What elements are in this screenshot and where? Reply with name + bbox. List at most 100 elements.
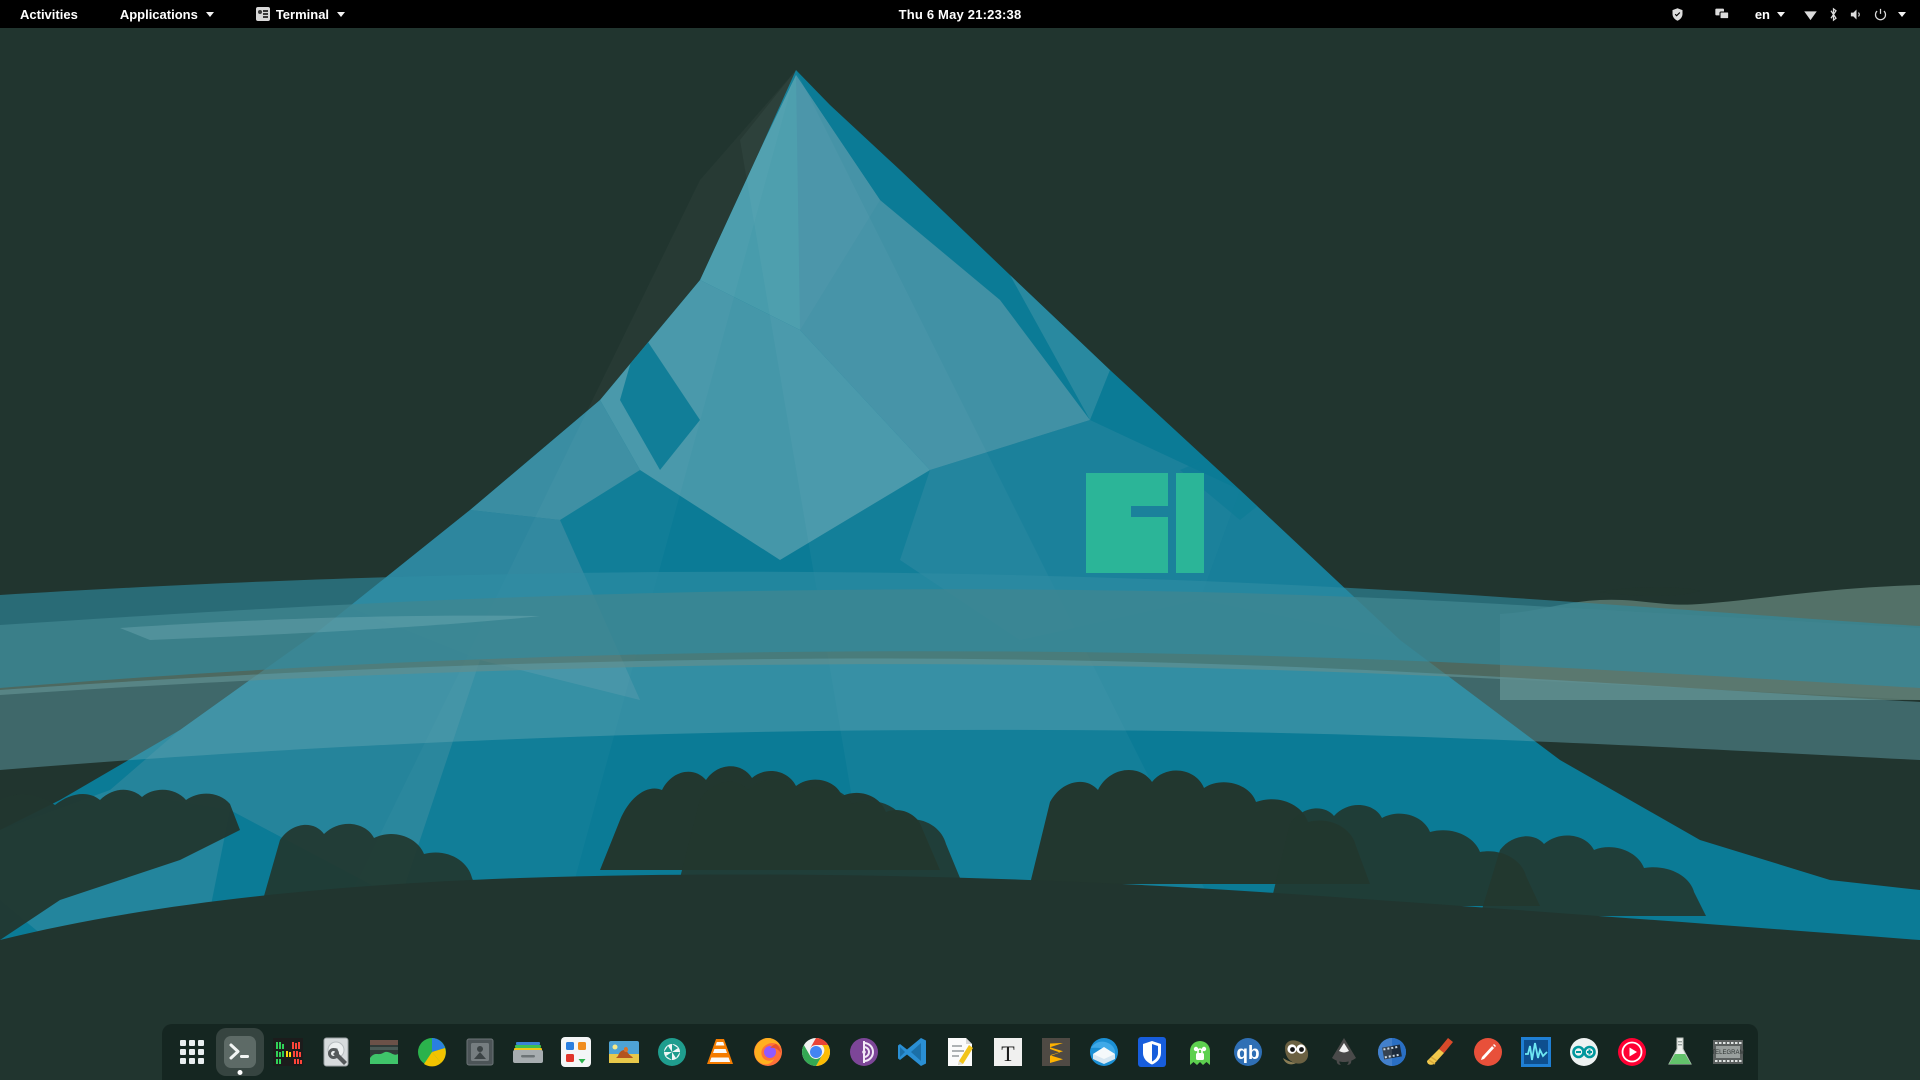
dock-item-htop[interactable] <box>264 1028 312 1076</box>
grid-icon <box>180 1040 204 1064</box>
dock-item-firefox[interactable] <box>744 1028 792 1076</box>
dock-item-audio-editor[interactable] <box>1512 1028 1560 1076</box>
dock-item-syringe-app[interactable] <box>1464 1028 1512 1076</box>
activities-label: Activities <box>20 6 78 22</box>
dock-item-bitwarden[interactable] <box>1128 1028 1176 1076</box>
dock-item-video-editor[interactable] <box>1368 1028 1416 1076</box>
shield-icon[interactable] <box>1663 0 1693 28</box>
applications-label: Applications <box>119 6 198 22</box>
terminal-app-icon <box>255 7 270 21</box>
dock-item-thunderbird[interactable] <box>1080 1028 1128 1076</box>
chrome-icon <box>802 1038 830 1066</box>
firefox-icon <box>754 1038 782 1066</box>
vlc-icon <box>707 1039 733 1064</box>
dock-item-vlc[interactable] <box>696 1028 744 1076</box>
flask-icon <box>1668 1037 1692 1065</box>
dock-item-arduino[interactable] <box>1560 1028 1608 1076</box>
dock-item-archive-manager[interactable] <box>456 1028 504 1076</box>
language-label: en <box>1754 6 1770 22</box>
bluetooth-icon <box>1823 0 1843 28</box>
svg-text:TELEGRAM: TELEGRAM <box>1711 1050 1744 1056</box>
waveform-icon <box>1521 1037 1551 1067</box>
dock-item-bleachbit[interactable] <box>1416 1028 1464 1076</box>
broom-icon <box>1427 1038 1453 1065</box>
dock-item-lab-app[interactable] <box>1656 1028 1704 1076</box>
clock-button[interactable]: Thu 6 May 21:23:38 <box>889 0 1032 28</box>
svg-text:T: T <box>1001 1041 1015 1066</box>
disks-icon <box>323 1037 349 1067</box>
sublime-icon <box>1042 1038 1070 1066</box>
monitor-icon <box>370 1040 398 1064</box>
show-applications-button[interactable] <box>168 1028 216 1076</box>
image-icon <box>609 1041 639 1063</box>
dock-item-shotwell[interactable] <box>648 1028 696 1076</box>
gimp-icon <box>1283 1040 1309 1065</box>
dock-item-terminal[interactable] <box>216 1028 264 1076</box>
dock-item-vscode[interactable] <box>888 1028 936 1076</box>
wallpaper-artwork <box>0 0 1920 1080</box>
bitwarden-icon <box>1138 1037 1166 1067</box>
dock-item-youtube-music[interactable] <box>1608 1028 1656 1076</box>
dock-item-texmaker[interactable]: T <box>984 1028 1032 1076</box>
desktop-wallpaper[interactable] <box>0 0 1920 1080</box>
dock-item-disks[interactable] <box>312 1028 360 1076</box>
thunderbird-icon <box>1090 1038 1118 1066</box>
dock-item-disk-usage[interactable] <box>408 1028 456 1076</box>
archive-icon <box>466 1038 494 1066</box>
qbittorrent-icon: qb <box>1234 1038 1262 1066</box>
dock-item-inkscape[interactable] <box>1320 1028 1368 1076</box>
gedit-icon <box>948 1038 973 1066</box>
chevron-down-icon <box>337 11 346 17</box>
tor-icon <box>850 1038 878 1066</box>
dock-item-gimp[interactable] <box>1272 1028 1320 1076</box>
top-bar: Activities Applications Terminal Thu 6 M… <box>0 0 1920 28</box>
dock-item-tor-browser[interactable] <box>840 1028 888 1076</box>
system-status-menu[interactable] <box>1789 0 1910 28</box>
language-indicator[interactable]: en <box>1751 7 1789 22</box>
wifi-icon <box>1799 0 1821 28</box>
manjaro-logo <box>1086 473 1204 573</box>
dock-item-software[interactable] <box>552 1028 600 1076</box>
window-menu[interactable]: Terminal <box>246 0 355 28</box>
clock-label: Thu 6 May 21:23:38 <box>898 6 1022 22</box>
dock-item-chrome[interactable] <box>792 1028 840 1076</box>
chevron-down-icon <box>205 11 214 17</box>
youtube-music-icon <box>1618 1038 1646 1066</box>
dock-item-system-monitor[interactable] <box>360 1028 408 1076</box>
vscode-icon <box>898 1038 926 1066</box>
svg-text:qb: qb <box>1236 1043 1259 1064</box>
dock-item-image-viewer[interactable] <box>600 1028 648 1076</box>
dock: T qb TELEGRAM <box>162 1024 1758 1080</box>
texmaker-icon: T <box>994 1038 1022 1066</box>
needle-icon <box>1474 1038 1502 1066</box>
software-icon <box>561 1037 591 1067</box>
dock-item-text-editor[interactable] <box>936 1028 984 1076</box>
arduino-icon <box>1570 1038 1598 1066</box>
shotwell-icon <box>658 1038 686 1066</box>
applications-menu[interactable]: Applications <box>110 0 224 28</box>
power-icon <box>1869 0 1891 28</box>
pia-icon <box>1190 1041 1210 1065</box>
top-bar-left: Activities Applications Terminal <box>0 0 355 28</box>
dock-item-qbittorrent[interactable]: qb <box>1224 1028 1272 1076</box>
files-icon <box>513 1042 543 1063</box>
activities-button[interactable]: Activities <box>8 0 90 28</box>
film-icon <box>1378 1038 1406 1066</box>
dock-item-sublime-text[interactable] <box>1032 1028 1080 1076</box>
desktop-screen: Activities Applications Terminal Thu 6 M… <box>0 0 1920 1080</box>
volume-icon <box>1845 0 1867 28</box>
dock-item-pia-vpn[interactable] <box>1176 1028 1224 1076</box>
chevron-down-icon <box>1898 11 1906 17</box>
window-title-label: Terminal <box>275 6 330 22</box>
htop-icon <box>273 1038 303 1066</box>
dock-item-files[interactable] <box>504 1028 552 1076</box>
inkscape-icon <box>1332 1038 1356 1065</box>
pie-icon <box>418 1038 446 1067</box>
screencast-icon[interactable] <box>1707 0 1737 28</box>
filmstrip-icon: TELEGRAM <box>1711 1040 1745 1064</box>
terminal-icon <box>224 1036 256 1068</box>
running-indicator <box>237 1070 243 1075</box>
top-bar-right: en <box>1663 0 1920 28</box>
dock-item-telegram[interactable]: TELEGRAM <box>1704 1028 1752 1076</box>
chevron-down-icon <box>1777 11 1785 17</box>
